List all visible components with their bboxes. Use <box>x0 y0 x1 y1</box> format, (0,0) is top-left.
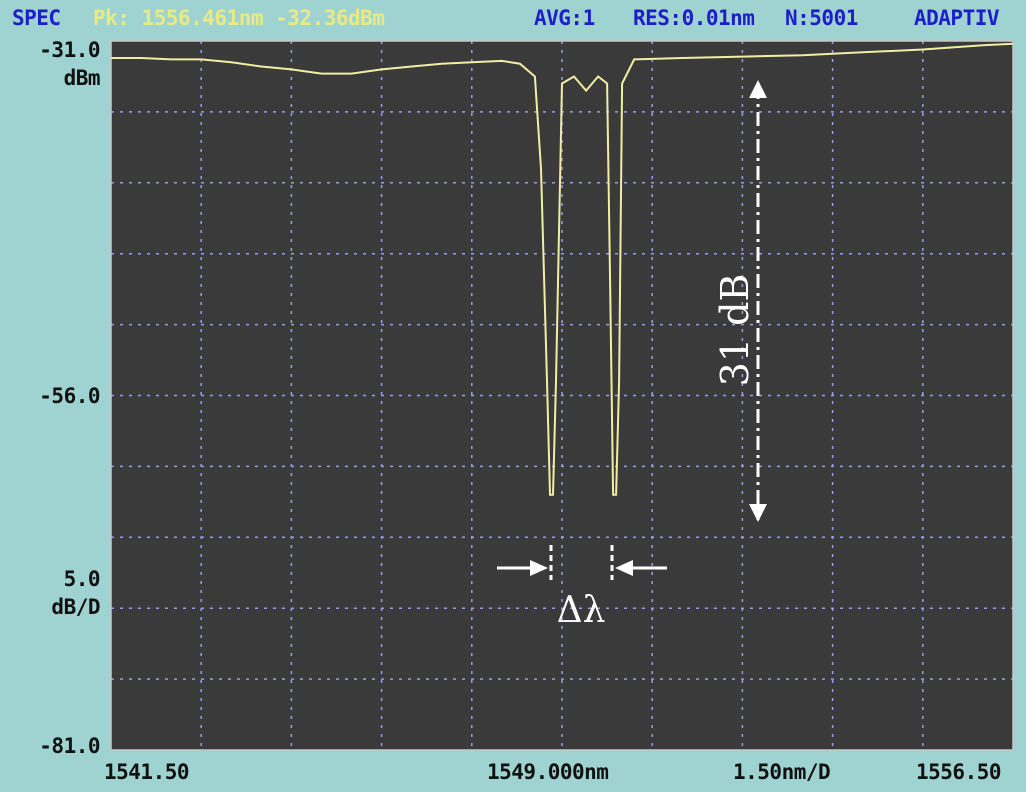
width-label: Δλ <box>557 590 606 631</box>
spectrum-chart: 31 dB Δλ <box>110 40 1014 751</box>
depth-label: 31 dB <box>713 274 757 387</box>
